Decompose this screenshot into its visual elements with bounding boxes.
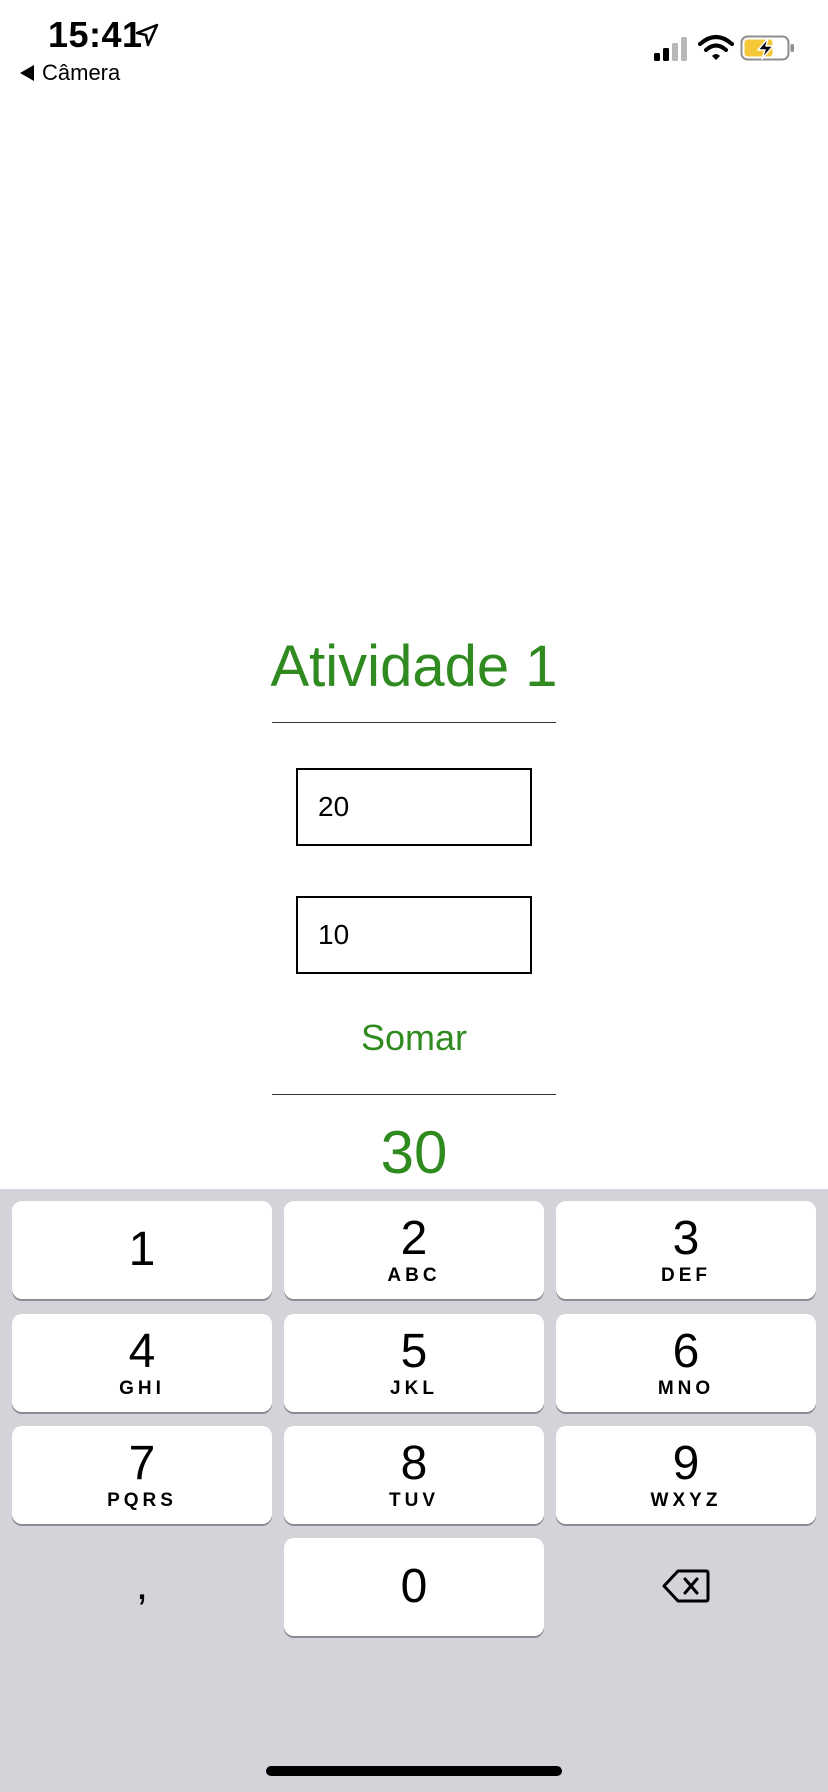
key-letters: MNO: [657, 1378, 715, 1399]
key-digit: 0: [400, 1560, 428, 1613]
key-letters: GHI: [119, 1378, 165, 1399]
key-digit: 7: [128, 1437, 156, 1490]
key-digit: 3: [672, 1212, 700, 1265]
key-9[interactable]: 9 WXYZ: [556, 1426, 816, 1524]
key-digit: 5: [400, 1325, 428, 1378]
second-number-input[interactable]: [296, 896, 532, 974]
back-arrow-icon: [20, 65, 34, 81]
page-title: Atividade 1: [270, 634, 558, 699]
key-2[interactable]: 2 ABC: [284, 1201, 544, 1299]
key-digit: 9: [672, 1437, 700, 1490]
key-letters: DEF: [661, 1265, 711, 1286]
key-1[interactable]: 1: [12, 1201, 272, 1299]
screen: 15:41 Câmera Atividade 1 Somar 30 1 2: [0, 0, 828, 1792]
key-digit: 6: [672, 1325, 700, 1378]
key-digit: 8: [400, 1437, 428, 1490]
key-letters: PQRS: [107, 1490, 177, 1511]
cellular-signal-icon: [654, 37, 687, 61]
key-7[interactable]: 7 PQRS: [12, 1426, 272, 1524]
wifi-icon: [698, 35, 734, 60]
key-letters: WXYZ: [650, 1490, 722, 1511]
back-label: Câmera: [42, 60, 121, 85]
key-3[interactable]: 3 DEF: [556, 1201, 816, 1299]
key-0[interactable]: 0: [284, 1538, 544, 1636]
key-comma[interactable]: ,: [12, 1538, 272, 1636]
title-divider: [272, 722, 556, 723]
key-digit: 1: [128, 1223, 156, 1276]
key-letters: TUV: [389, 1490, 439, 1511]
home-indicator[interactable]: [266, 1766, 562, 1776]
result-divider: [272, 1094, 556, 1095]
key-backspace[interactable]: [556, 1538, 816, 1636]
backspace-icon: [662, 1569, 710, 1603]
first-number-input[interactable]: [296, 768, 532, 846]
status-time: 15:41: [48, 14, 143, 55]
location-arrow-icon: [135, 23, 159, 47]
key-letters: ABC: [387, 1265, 441, 1286]
battery-charging-icon: [740, 35, 794, 61]
numeric-keyboard: 1 2 ABC 3 DEF 4 GHI 5 JKL 6 MNO 7 PQRS 8…: [0, 1189, 828, 1792]
key-letters: JKL: [390, 1378, 438, 1399]
somar-button[interactable]: Somar: [314, 1012, 514, 1064]
key-4[interactable]: 4 GHI: [12, 1314, 272, 1412]
comma-label: ,: [135, 1560, 149, 1609]
key-5[interactable]: 5 JKL: [284, 1314, 544, 1412]
key-digit: 4: [128, 1325, 156, 1378]
back-to-camera-link[interactable]: Câmera: [20, 60, 120, 86]
result-value: 30: [380, 1119, 448, 1186]
key-digit: 2: [400, 1212, 428, 1265]
key-6[interactable]: 6 MNO: [556, 1314, 816, 1412]
key-8[interactable]: 8 TUV: [284, 1426, 544, 1524]
